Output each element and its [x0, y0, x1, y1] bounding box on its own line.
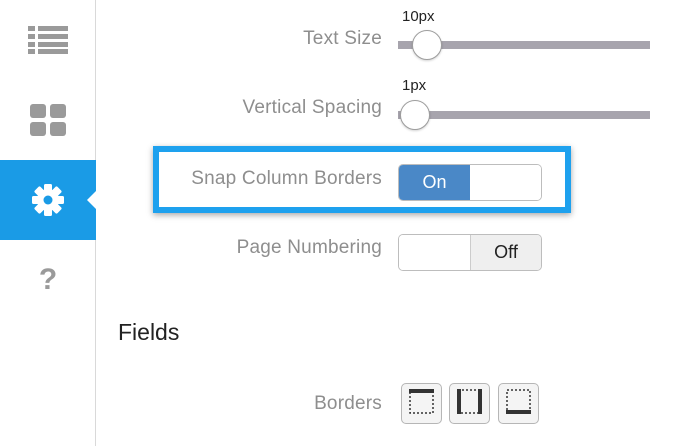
sidebar-item-list[interactable]	[0, 0, 96, 80]
fields-section-title: Fields	[118, 319, 180, 345]
help-icon: ?	[38, 263, 58, 296]
vertical-spacing-slider[interactable]	[398, 99, 650, 131]
slider-thumb[interactable]	[412, 30, 442, 60]
toggle-on-state[interactable]: On	[399, 165, 470, 200]
border-top-button[interactable]	[401, 383, 442, 424]
toggle-off-state[interactable]	[470, 165, 541, 200]
snap-column-borders-label: Snap Column Borders	[191, 168, 382, 189]
sidebar-item-layout[interactable]	[0, 80, 96, 160]
list-icon	[28, 26, 68, 54]
sidebar: ?	[0, 0, 97, 446]
border-top-icon	[409, 388, 434, 419]
slider-track	[398, 111, 650, 119]
slider-thumb[interactable]	[400, 100, 430, 130]
text-size-value: 10px	[402, 8, 435, 25]
snap-column-borders-toggle[interactable]: On	[398, 164, 542, 201]
border-sides-icon	[457, 388, 482, 419]
vertical-spacing-value: 1px	[402, 77, 427, 94]
border-bottom-button[interactable]	[498, 383, 539, 424]
sidebar-item-settings[interactable]	[0, 160, 97, 240]
sidebar-item-help[interactable]: ?	[0, 240, 96, 320]
gear-icon	[31, 183, 65, 217]
grid-icon	[30, 104, 66, 136]
page-numbering-toggle[interactable]: Off	[398, 234, 542, 271]
page-numbering-label: Page Numbering	[236, 237, 382, 258]
border-sides-button[interactable]	[449, 383, 490, 424]
toggle-on-state[interactable]	[399, 235, 470, 270]
text-size-label: Text Size	[303, 28, 382, 49]
vertical-spacing-label: Vertical Spacing	[242, 97, 382, 118]
text-size-slider[interactable]	[398, 29, 650, 61]
toggle-off-state[interactable]: Off	[470, 235, 541, 270]
borders-label: Borders	[314, 393, 382, 414]
border-bottom-icon	[506, 388, 531, 419]
